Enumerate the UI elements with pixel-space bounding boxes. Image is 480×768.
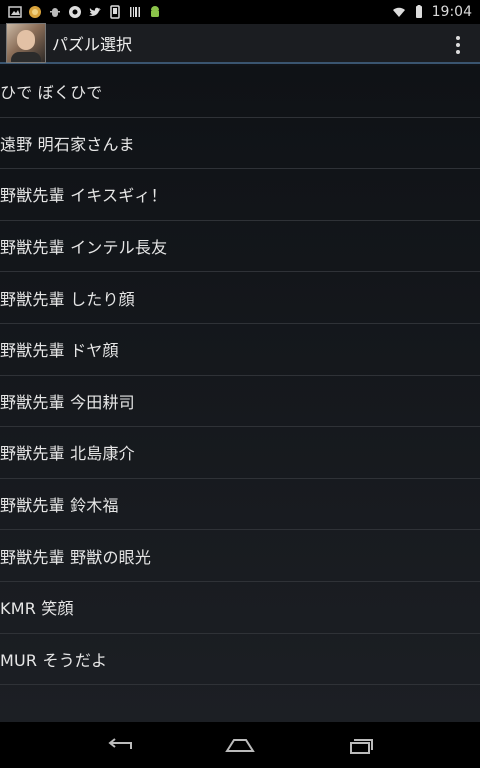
list-item-label: MUR そうだよ [0,650,108,670]
barcode-icon [130,7,140,17]
action-bar: パズル選択 [0,23,480,64]
list-item[interactable]: 野獣先輩 したり顔 [0,272,480,324]
list-item[interactable]: KMR 笑顔 [0,582,480,634]
recents-button[interactable] [340,730,380,760]
list-item[interactable]: 野獣先輩 鈴木福 [0,479,480,531]
bug-icon [50,8,60,17]
coin-icon [29,6,41,18]
list-item-label: 野獣先輩 野獣の眼光 [0,547,152,567]
list-item-label: KMR 笑顔 [0,599,74,619]
list-item[interactable]: 野獣先輩 イキスギィ！ [0,169,480,221]
page-title: パズル選択 [52,35,133,54]
list-item-label: 野獣先輩 北島康介 [0,444,135,464]
twitter-icon [89,7,101,16]
list-item-label: 野獣先輩 今田耕司 [0,392,135,412]
list-item[interactable]: 野獣先輩 野獣の眼光 [0,530,480,582]
list-item[interactable]: MUR そうだよ [0,634,480,686]
list-item-label: 野獣先輩 ドヤ顔 [0,341,119,361]
list-item-label: 野獣先輩 したり顔 [0,289,135,309]
status-bar: 19:04 [0,0,480,24]
wifi-icon [392,7,405,17]
battery-icon [415,5,422,18]
list-item[interactable]: 野獣先輩 今田耕司 [0,376,480,428]
image-icon [8,6,22,18]
phone-icon [110,5,120,19]
list-item[interactable]: 遠野 明石家さんま [0,118,480,170]
list-item-label: ひで ぼくひで [0,83,103,103]
list-item[interactable]: 野獣先輩 北島康介 [0,427,480,479]
home-icon [225,739,255,752]
list-item-label: 野獣先輩 鈴木福 [0,496,119,516]
clock: 19:04 [431,4,472,20]
app-icon[interactable] [6,23,46,63]
back-button[interactable] [100,730,140,760]
back-icon [108,738,132,749]
system-status: 19:04 [392,4,480,20]
list-item-label: 野獣先輩 インテル長友 [0,238,168,258]
list-item-label: 野獣先輩 イキスギィ！ [0,186,167,206]
list-item[interactable]: ひで ぼくひで [0,66,480,118]
navigation-bar [0,722,480,768]
list-item[interactable]: 野獣先輩 ドヤ顔 [0,324,480,376]
puzzle-list: ひで ぼくひで 遠野 明石家さんま 野獣先輩 イキスギィ！ 野獣先輩 インテル長… [0,66,480,722]
notification-icons [0,5,162,19]
list-item-label: 遠野 明石家さんま [0,134,135,154]
recycle-icon [69,6,81,18]
recents-icon [350,739,373,754]
home-button[interactable] [220,730,260,760]
overflow-menu-icon[interactable] [456,36,462,54]
android-icon [151,6,159,17]
list-item[interactable]: 野獣先輩 インテル長友 [0,221,480,273]
